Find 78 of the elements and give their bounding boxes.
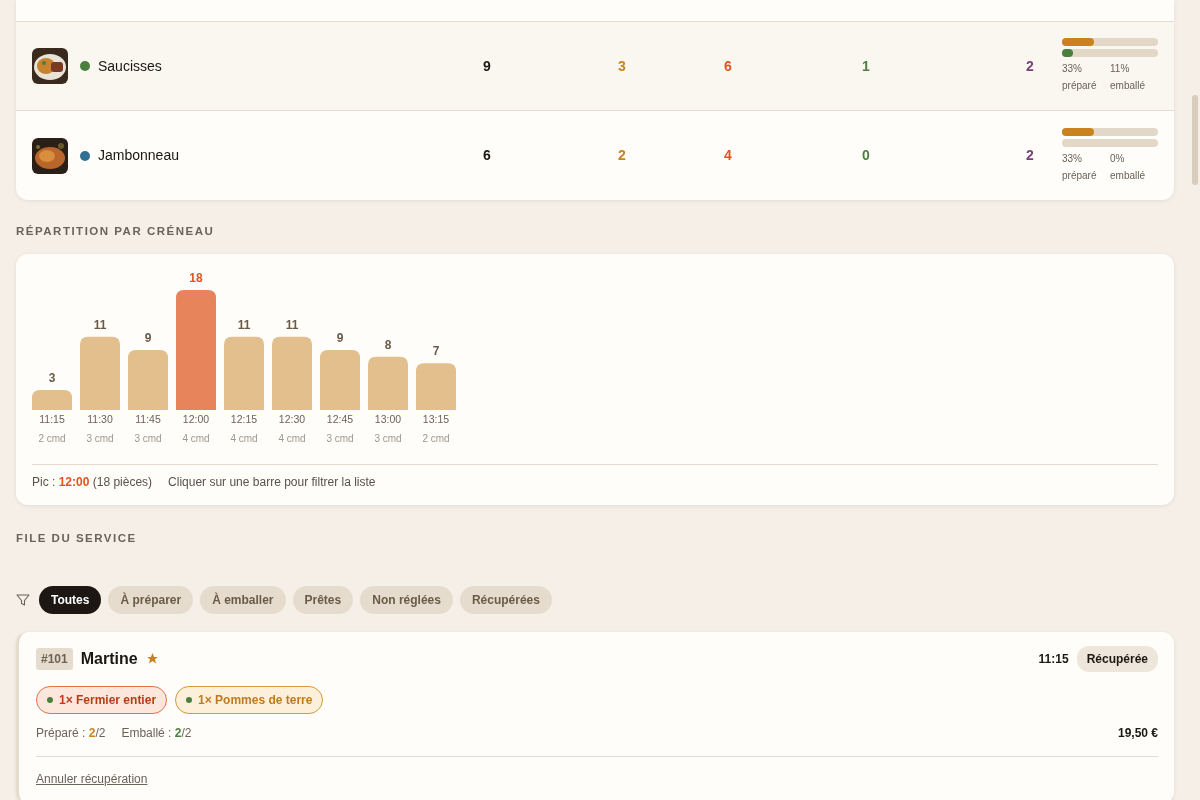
time-label: 12:45 — [326, 413, 354, 426]
item-label: 1× Pommes de terre — [198, 691, 313, 709]
order-number: #101 — [36, 647, 73, 670]
filter-tab[interactable]: Prêtes — [292, 585, 354, 614]
count-value: 1 — [862, 57, 870, 74]
bar-value: 18 — [189, 271, 203, 286]
meter-label: préparé — [1062, 79, 1098, 93]
progress-text: Emballé : 2/2 — [121, 724, 192, 742]
bar[interactable] — [416, 363, 456, 411]
progress-text: Préparé : 2/2 — [36, 724, 106, 742]
percent-label: 33% — [1062, 62, 1083, 76]
count-value: 4 — [724, 147, 732, 163]
bar[interactable] — [80, 336, 120, 411]
bar-value: 3 — [48, 371, 56, 386]
time-label: 11:45 — [135, 413, 161, 426]
count-value: 9 — [483, 57, 491, 74]
count-value: 2 — [1026, 57, 1034, 74]
time-label: 11:15 — [39, 413, 65, 426]
product-name: Saucisses — [98, 56, 163, 76]
bar[interactable] — [272, 336, 312, 411]
customer-name: Martine — [80, 648, 138, 669]
count-value: 6 — [724, 57, 732, 74]
percent-label: 11% — [1110, 62, 1131, 76]
time-label: 12:15 — [230, 413, 258, 426]
time-label: 11:30 — [87, 413, 113, 426]
order-count: 2 cmd — [38, 433, 66, 445]
count-value: 6 — [483, 147, 491, 163]
filter-tab[interactable]: Récupérées — [459, 585, 552, 614]
filter-icon[interactable] — [16, 592, 30, 607]
bar-value: 11 — [93, 317, 107, 332]
bar[interactable] — [128, 350, 168, 411]
filter-tab[interactable]: Non réglées — [360, 585, 453, 614]
time-label: 12:00 — [182, 413, 210, 426]
cancel-link[interactable]: Annuler récupération — [36, 771, 148, 786]
bar-value: 8 — [384, 337, 392, 352]
order-count: 4 cmd — [278, 433, 306, 445]
order-count: 3 cmd — [86, 433, 114, 445]
time-label: 13:15 — [422, 413, 450, 426]
product-name: Jambonneau — [98, 146, 180, 165]
count-value: 3 — [618, 57, 626, 74]
bar-value: 7 — [432, 344, 440, 359]
bar[interactable] — [368, 356, 408, 411]
bar-value: 11 — [285, 317, 299, 332]
order-price: 19,50 € — [1117, 724, 1158, 742]
count-value: 0 — [862, 147, 870, 163]
bar[interactable] — [176, 290, 216, 411]
filter-tab[interactable]: À emballer — [200, 585, 286, 614]
meter-label: emballé — [1110, 79, 1147, 93]
bar-value: 9 — [336, 331, 344, 346]
order-count: 3 cmd — [326, 433, 354, 445]
bar[interactable] — [32, 390, 72, 411]
hint-text: Cliquer sur une barre pour filtrer la liste — [168, 474, 376, 492]
order-count: 4 cmd — [230, 433, 258, 445]
meter-label: emballé — [1110, 168, 1147, 183]
status-label: Récupérée — [1076, 645, 1158, 672]
item-label: 1× Fermier entier — [59, 691, 157, 709]
count-value: 2 — [1026, 147, 1034, 163]
order-time: 11:15 — [1038, 650, 1069, 668]
percent-label: 33% — [1062, 151, 1083, 166]
meter-label: préparé — [1062, 168, 1098, 183]
bar-value: 11 — [237, 317, 251, 332]
bar[interactable] — [224, 336, 264, 411]
bar-value: 9 — [144, 331, 152, 346]
filter-tab[interactable]: À préparer — [108, 585, 194, 614]
bar[interactable] — [320, 350, 360, 411]
order-count: 3 cmd — [374, 433, 402, 445]
peak-summary: Pic : 12:00 (18 pièces) — [32, 474, 153, 492]
section-title: FILE DU SERVICE — [16, 531, 138, 547]
percent-label: 0% — [1110, 151, 1126, 166]
time-label: 13:00 — [374, 413, 402, 426]
order-count: 2 cmd — [422, 433, 450, 445]
scrollbar-thumb[interactable] — [1192, 95, 1198, 185]
order-count: 4 cmd — [182, 433, 210, 445]
time-label: 12:30 — [278, 413, 306, 426]
filter-tab[interactable]: Toutes — [39, 585, 102, 614]
order-count: 3 cmd — [134, 433, 162, 445]
count-value: 2 — [618, 147, 626, 163]
section-title: RÉPARTITION PAR CRÉNEAU — [16, 224, 216, 239]
